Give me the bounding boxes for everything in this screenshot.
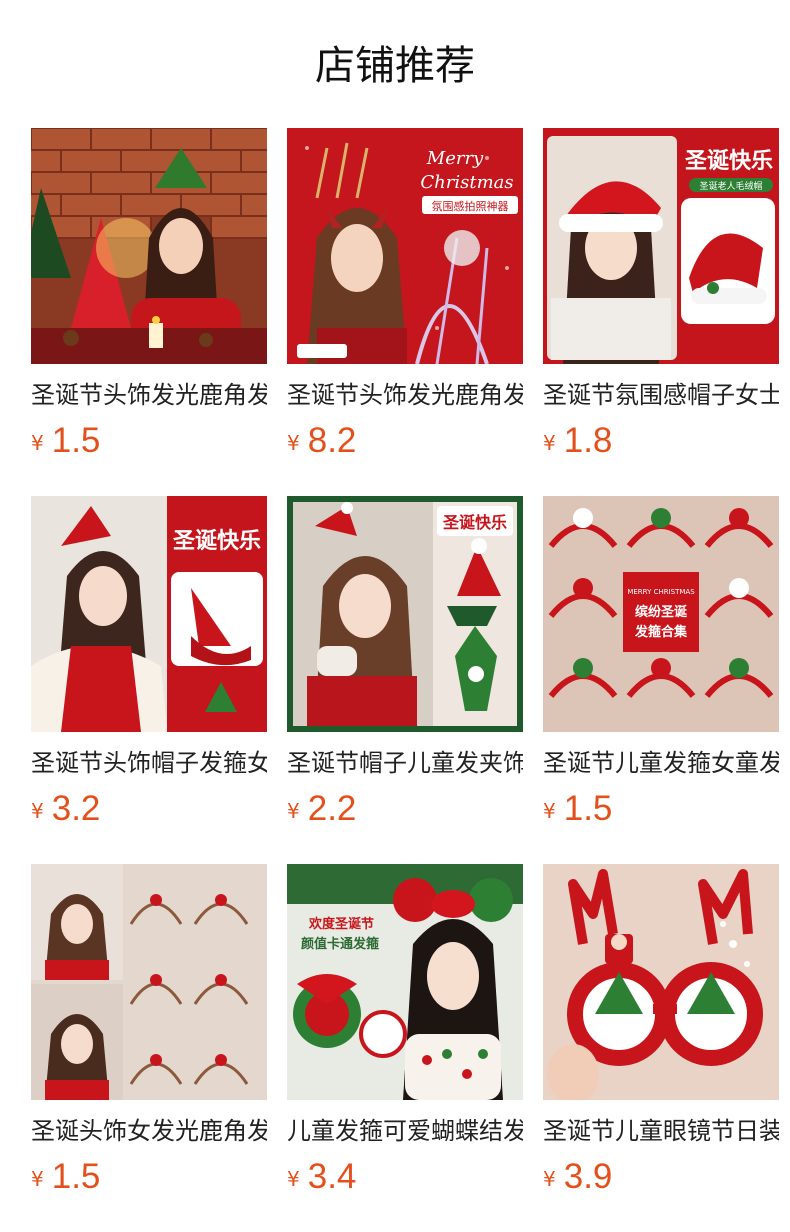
product-card[interactable]: 圣诞节头饰发光鹿角发箍 ¥1.5 [31,128,267,472]
page-title: 店铺推荐 [315,43,475,89]
currency-symbol: ¥ [31,799,44,823]
product-price: ¥2.2 [287,784,523,840]
product-price: ¥8.2 [287,416,523,472]
currency-symbol: ¥ [31,1167,44,1191]
product-name[interactable]: 圣诞节儿童发箍女童发 [543,746,779,780]
currency-symbol: ¥ [543,431,556,455]
image-caption: MERRY CHRISTMAS [627,588,695,596]
image-caption: 颜值卡通发箍 [301,936,379,952]
image-caption: Merry [426,148,484,169]
price-value: 1.5 [563,789,613,828]
product-image[interactable]: MERRY CHRISTMAS 缤纷圣诞 发箍合集 [543,496,779,732]
currency-symbol: ¥ [287,1167,300,1191]
product-image[interactable]: Merry Christmas 氛围感拍照神器 [287,128,523,364]
price-value: 1.5 [51,1157,101,1196]
image-caption: 发箍合集 [634,624,688,640]
product-price: ¥3.4 [287,1152,523,1208]
product-image[interactable] [31,128,267,364]
image-caption: 氛围感拍照神器 [432,199,509,213]
price-value: 3.2 [51,789,101,828]
product-card[interactable]: Merry Christmas 氛围感拍照神器 圣诞节头饰发光鹿角发箍 ¥8.2 [287,128,523,472]
product-name[interactable]: 圣诞节头饰帽子发箍女 [31,746,267,780]
image-caption: 缤纷圣诞 [635,604,688,620]
image-caption: Christmas [420,172,513,193]
currency-symbol: ¥ [543,1167,556,1191]
price-value: 1.8 [563,421,613,460]
product-card[interactable]: 欢度圣诞节 颜值卡通发箍 儿童发箍可爱蝴蝶结发 ¥3.4 [287,864,523,1208]
product-price: ¥3.2 [31,784,267,840]
image-caption: 圣诞快乐 [173,529,261,554]
currency-symbol: ¥ [287,799,300,823]
product-card[interactable]: MERRY CHRISTMAS 缤纷圣诞 发箍合集 圣诞节儿童发箍女童发 ¥1.… [543,496,779,840]
product-image[interactable]: 圣诞快乐 圣诞老人毛绒帽 [543,128,779,364]
product-price: ¥1.5 [31,416,267,472]
image-caption: 欢度圣诞节 [308,916,374,932]
product-price: ¥1.5 [543,784,779,840]
product-card[interactable]: 圣诞快乐 圣诞节帽子儿童发夹饰 ¥2.2 [287,496,523,840]
price-value: 3.9 [563,1157,613,1196]
product-price: ¥1.5 [31,1152,267,1208]
currency-symbol: ¥ [31,431,44,455]
product-image[interactable]: 圣诞快乐 [287,496,523,732]
product-name[interactable]: 圣诞头饰女发光鹿角发 [31,1114,267,1148]
product-name[interactable]: 圣诞节头饰发光鹿角发箍 [287,378,523,412]
image-caption: 圣诞快乐 [442,513,507,532]
currency-symbol: ¥ [287,431,300,455]
product-price: ¥1.8 [543,416,779,472]
image-caption: 圣诞老人毛绒帽 [699,180,762,192]
currency-symbol: ¥ [543,799,556,823]
product-name[interactable]: 圣诞节头饰发光鹿角发箍 [31,378,267,412]
product-image[interactable]: 圣诞快乐 [31,496,267,732]
product-name[interactable]: 儿童发箍可爱蝴蝶结发 [287,1114,523,1148]
product-card[interactable]: 圣诞快乐 圣诞老人毛绒帽 圣诞节氛围感帽子女士 ¥1.8 [543,128,779,472]
product-name[interactable]: 圣诞节帽子儿童发夹饰 [287,746,523,780]
price-value: 1.5 [51,421,101,460]
price-value: 2.2 [307,789,357,828]
product-card[interactable]: 圣诞节儿童眼镜节日装 ¥3.9 [543,864,779,1208]
image-caption: 圣诞快乐 [685,149,773,174]
product-name[interactable]: 圣诞节儿童眼镜节日装 [543,1114,779,1148]
product-card[interactable]: 圣诞快乐 圣诞节头饰帽子发箍女 ¥3.2 [31,496,267,840]
price-value: 8.2 [307,421,357,460]
product-card[interactable]: 圣诞头饰女发光鹿角发 ¥1.5 [31,864,267,1208]
product-image[interactable] [31,864,267,1100]
product-image[interactable]: 欢度圣诞节 颜值卡通发箍 [287,864,523,1100]
product-name[interactable]: 圣诞节氛围感帽子女士 [543,378,779,412]
product-price: ¥3.9 [543,1152,779,1208]
price-value: 3.4 [307,1157,357,1196]
product-image[interactable] [543,864,779,1100]
